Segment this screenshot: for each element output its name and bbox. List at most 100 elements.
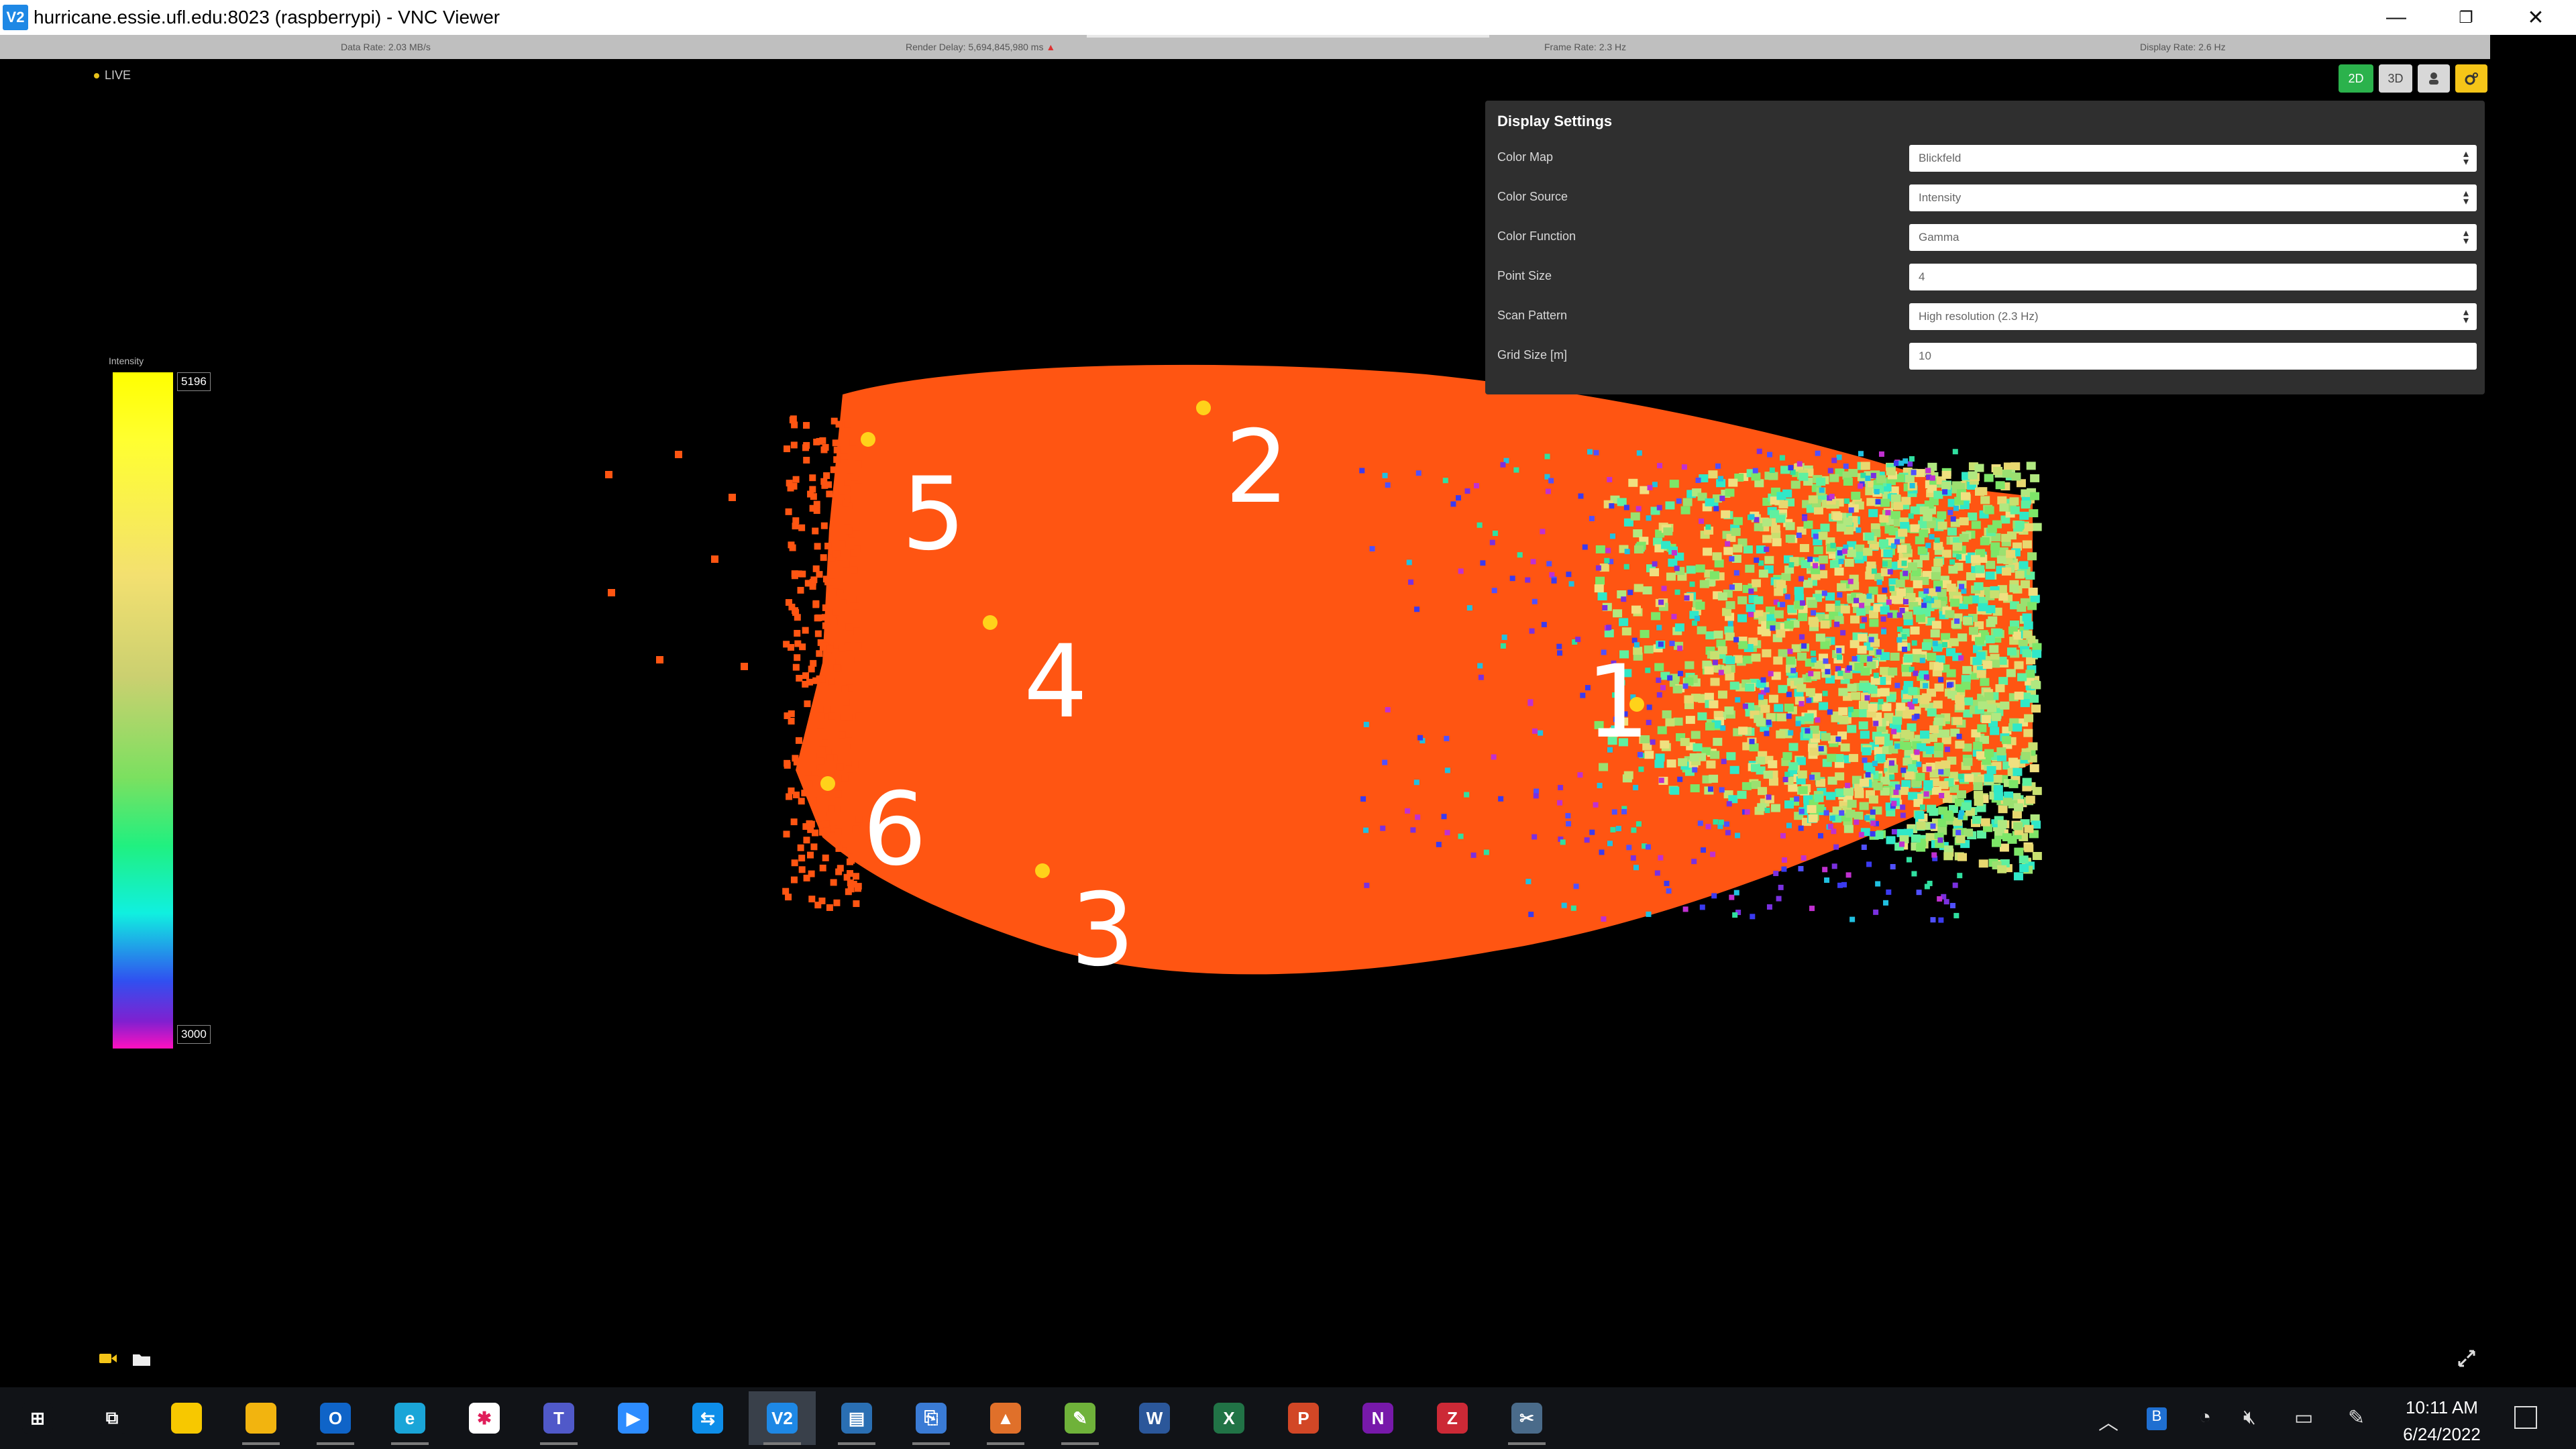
taskbar-start[interactable]: ⊞ (4, 1391, 71, 1445)
point (1956, 790, 1966, 799)
point (1868, 795, 1878, 804)
color-map-select[interactable]: Blickfeld ▴ ▾ (1909, 145, 2477, 172)
taskbar-teams[interactable]: T (525, 1391, 592, 1445)
point (1500, 462, 1506, 468)
point (1992, 775, 2002, 784)
folder-open-icon[interactable] (133, 1352, 152, 1366)
point (1768, 671, 1774, 677)
taskbar-excel[interactable]: X (1195, 1391, 1263, 1445)
taskbar-teamviewer[interactable]: ⇆ (674, 1391, 741, 1445)
point (1907, 764, 1917, 773)
point (818, 676, 826, 683)
taskbar-network[interactable]: ⎘ (898, 1391, 965, 1445)
point (1968, 471, 1978, 480)
taskbar-clock[interactable]: 10:11 AM 6/24/2022 (2375, 1394, 2509, 1448)
point-size-input[interactable]: 4 (1909, 264, 2477, 290)
lidar-viewer[interactable]: 123456 LIVE 2D 3D Display Settings Color… (85, 59, 2490, 1373)
point (853, 900, 860, 908)
point (1728, 478, 1738, 487)
point (1998, 677, 2008, 686)
point (1900, 812, 1906, 818)
point (1669, 641, 1675, 647)
point (847, 885, 855, 893)
point (1466, 605, 1472, 611)
point (2029, 764, 2039, 773)
point (1909, 456, 1915, 462)
vnc-toolbar-tab[interactable] (1087, 35, 1489, 38)
point (1837, 654, 1843, 660)
restore-button[interactable]: ❐ (2431, 0, 2501, 35)
notifications-icon[interactable] (2514, 1406, 2537, 1429)
point (1725, 656, 1735, 665)
tray-app-icon[interactable]: B (2147, 1407, 2167, 1430)
point (1913, 606, 1923, 615)
taskbar-zoom[interactable]: ▶ (600, 1391, 667, 1445)
point (832, 582, 839, 589)
point (1624, 549, 1630, 555)
point (847, 656, 855, 663)
taskbar-task-view[interactable]: ⧉ (78, 1391, 146, 1445)
point (1750, 914, 1756, 920)
point (1957, 853, 1968, 861)
taskbar-zotero[interactable]: Z (1419, 1391, 1486, 1445)
taskbar-snipping[interactable]: ✂ (1493, 1391, 1560, 1445)
display-settings-panel: Display Settings Color Map Blickfeld ▴ ▾ C… (1485, 101, 2485, 394)
pen-icon[interactable]: ✎ (2348, 1406, 2365, 1430)
record-camera-icon[interactable] (99, 1352, 117, 1364)
fullscreen-icon[interactable] (2458, 1350, 2475, 1367)
point (1749, 743, 1759, 752)
battery-icon[interactable]: ▭ (2294, 1406, 2313, 1430)
person-view-button[interactable] (2418, 64, 2450, 93)
mode-3d-button[interactable]: 3D (2379, 64, 2412, 93)
point (804, 700, 811, 708)
point (1847, 684, 1857, 692)
taskbar-image-editor[interactable]: ✎ (1046, 1391, 1114, 1445)
point (2022, 649, 2032, 657)
point (1699, 904, 1705, 910)
teamviewer-icon: ⇆ (692, 1403, 723, 1434)
point (1910, 506, 1920, 515)
settings-toggle-button[interactable] (2455, 64, 2487, 93)
close-button[interactable]: ✕ (2501, 0, 2571, 35)
point (1868, 508, 1878, 517)
point (1677, 671, 1683, 677)
point (1860, 667, 1870, 676)
point (843, 698, 850, 706)
point (816, 650, 823, 657)
volume-muted-icon[interactable]: 🔇︎ (2243, 1406, 2256, 1429)
taskbar-outlook[interactable]: O (302, 1391, 369, 1445)
taskbar-clipboard[interactable]: ▤ (823, 1391, 890, 1445)
point (1733, 637, 1739, 643)
taskbar-matlab[interactable]: ▲ (972, 1391, 1039, 1445)
point (794, 654, 801, 661)
color-function-select[interactable]: Gamma ▴ ▾ (1909, 224, 2477, 251)
point (1724, 706, 1734, 715)
color-source-select[interactable]: Intensity ▴ ▾ (1909, 184, 2477, 211)
point (1647, 484, 1653, 490)
point (1902, 741, 1912, 750)
wifi-icon[interactable]: ◔ (2199, 1406, 2211, 1429)
grid-size-input[interactable]: 10 (1909, 343, 2477, 370)
minimize-button[interactable]: — (2361, 0, 2431, 35)
point (1885, 510, 1891, 516)
taskbar-word[interactable]: W (1121, 1391, 1188, 1445)
mode-2d-button[interactable]: 2D (2339, 64, 2373, 93)
taskbar-file-explorer[interactable] (227, 1391, 294, 1445)
taskbar-onenote[interactable]: N (1344, 1391, 1411, 1445)
taskbar-sticky-notes[interactable] (153, 1391, 220, 1445)
taskbar-vnc-viewer[interactable]: V2 (749, 1391, 816, 1445)
taskbar-powerpoint[interactable]: P (1270, 1391, 1337, 1445)
taskbar-edge[interactable]: e (376, 1391, 443, 1445)
taskbar-slack[interactable]: ✱ (451, 1391, 518, 1445)
point (656, 656, 663, 663)
point (2021, 751, 2031, 760)
point (1839, 810, 1845, 816)
point (1599, 763, 1609, 771)
point (1756, 448, 1762, 454)
show-hidden-icons-icon[interactable]: ︿ (2098, 1406, 2118, 1436)
scan-pattern-select[interactable]: High resolution (2.3 Hz) ▴ ▾ (1909, 303, 2477, 330)
point (1723, 547, 1733, 555)
point (2012, 810, 2022, 819)
point (1845, 872, 1851, 878)
point (1907, 701, 1913, 707)
